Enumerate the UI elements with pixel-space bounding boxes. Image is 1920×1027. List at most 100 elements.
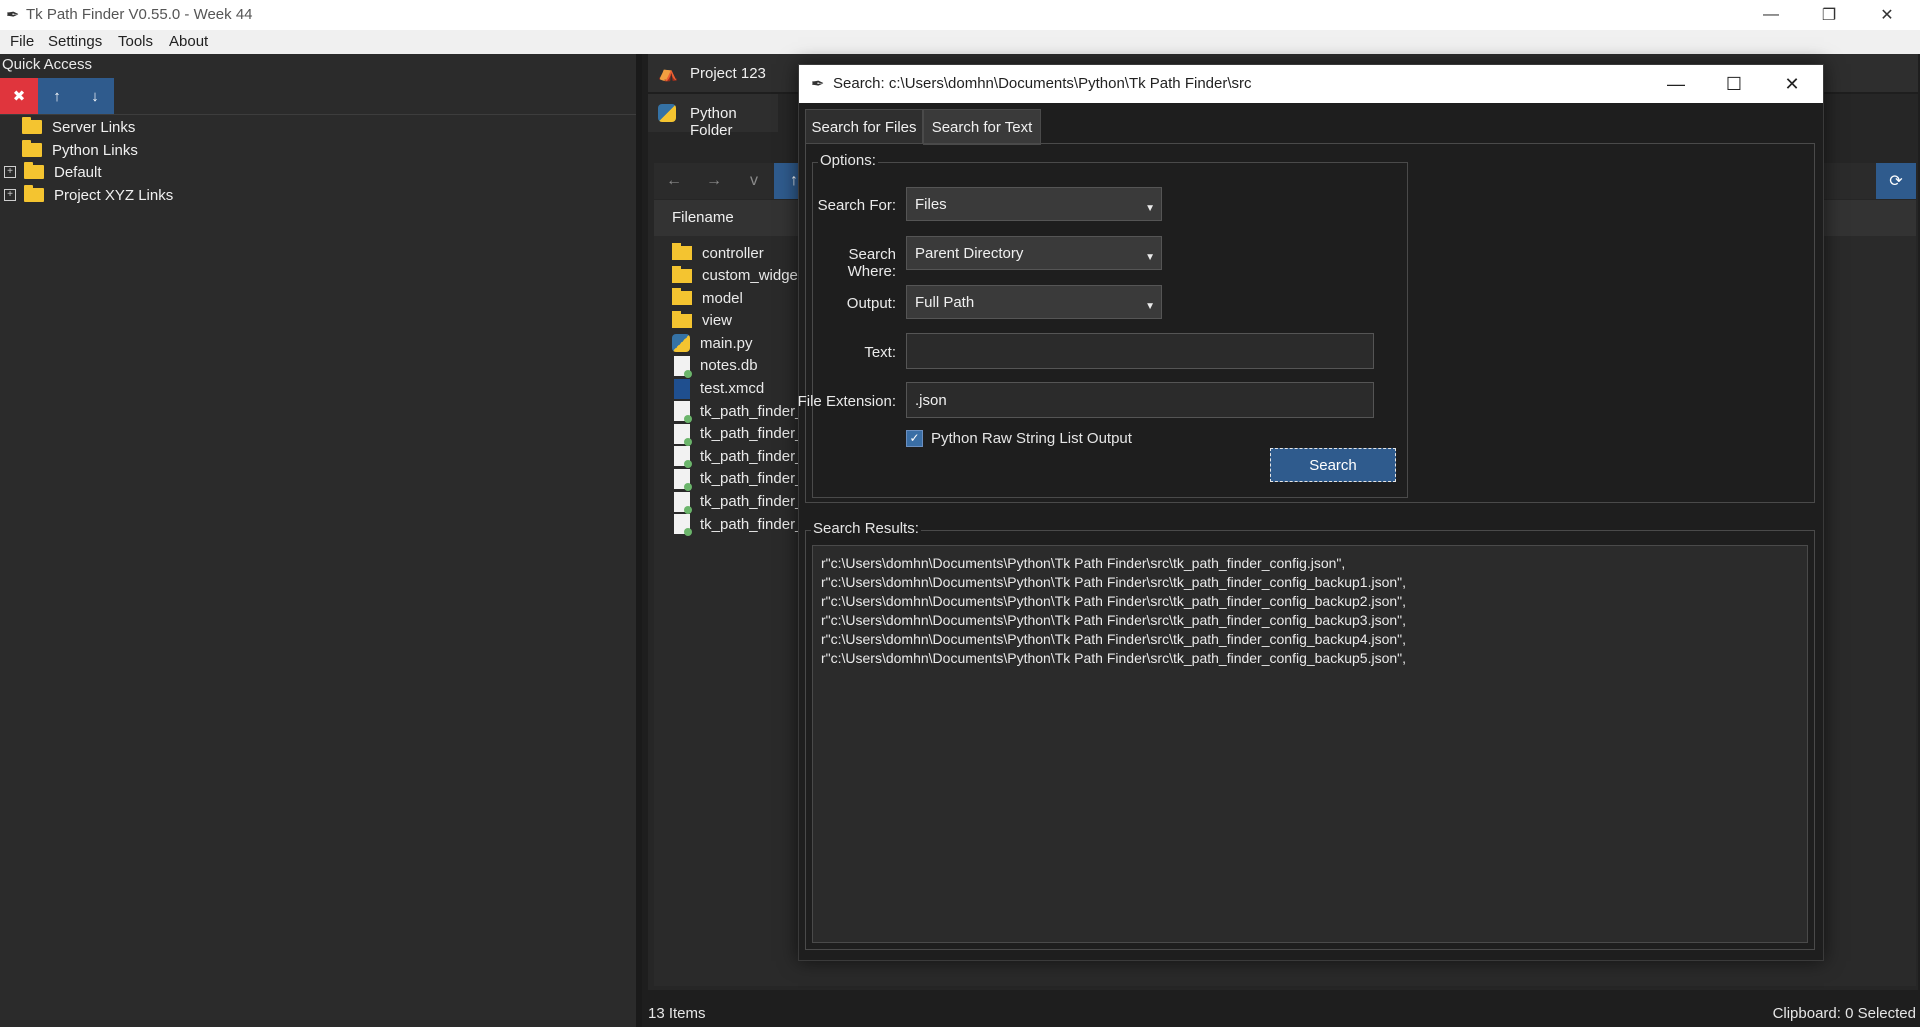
folder-icon — [22, 117, 42, 134]
list-item[interactable]: tk_path_finder_ — [672, 468, 803, 491]
search-results-label: Search Results: — [811, 520, 921, 537]
search-for-combobox[interactable]: Files ▼ — [906, 187, 1162, 221]
raw-string-checkbox[interactable]: ✓ — [906, 430, 923, 447]
tree-item-project-xyz-links[interactable]: + Project XYZ Links — [4, 184, 173, 206]
list-item[interactable]: tk_path_finder_ — [672, 400, 804, 424]
arrow-up-icon: ↑ — [53, 87, 61, 105]
move-down-button[interactable]: ↓ — [76, 78, 114, 114]
search-button[interactable]: Search — [1270, 448, 1396, 482]
text-input[interactable] — [906, 333, 1374, 369]
file-name: controller — [702, 244, 764, 262]
restore-button[interactable]: ❐ — [1800, 0, 1858, 30]
list-item[interactable]: tk_path_finder_ — [672, 423, 803, 446]
filename-column-header[interactable]: Filename — [672, 209, 734, 226]
search-files-tab-body: Options: Search For: Files ▼ Search Wher… — [798, 143, 1815, 503]
tab-search-for-text[interactable]: Search for Text — [923, 109, 1041, 145]
menu-bar: File Settings Tools About — [0, 30, 1920, 54]
mathcad-icon — [674, 378, 690, 399]
close-button[interactable]: ✕ — [1858, 0, 1916, 30]
file-name: custom_widget — [702, 267, 803, 285]
arrow-down-icon: ↓ — [91, 87, 99, 105]
options-label: Options: — [818, 152, 878, 169]
menu-settings[interactable]: Settings — [48, 33, 102, 50]
tree-item-server-links[interactable]: Server Links — [22, 116, 135, 138]
menu-about[interactable]: About — [169, 33, 208, 50]
file-icon — [674, 491, 692, 514]
list-item[interactable]: tk_path_finder_ — [672, 513, 803, 537]
raw-string-checkbox-row[interactable]: ✓ Python Raw String List Output — [906, 430, 1132, 447]
close-icon: ✕ — [1784, 73, 1800, 94]
arrow-left-icon: ← — [666, 172, 682, 189]
text-label: Text: — [864, 344, 896, 361]
tab-search-for-files[interactable]: Search for Files — [805, 109, 923, 144]
combobox-value: Parent Directory — [915, 244, 1024, 262]
result-line: r"c:\Users\domhn\Documents\Python\Tk Pat… — [821, 650, 1407, 666]
search-where-label: Search Where: — [847, 246, 896, 280]
move-up-button[interactable]: ↑ — [38, 78, 76, 114]
list-item[interactable]: view — [672, 310, 803, 332]
dialog-title: Search: c:\Users\domhn\Documents\Python\… — [833, 75, 1252, 92]
minimize-button[interactable]: — — [1742, 0, 1800, 30]
chevron-down-icon: ▼ — [1145, 252, 1155, 263]
python-icon — [672, 334, 690, 353]
dialog-close-button[interactable]: ✕ — [1763, 65, 1821, 103]
result-line: r"c:\Users\domhn\Documents\Python\Tk Pat… — [821, 574, 1407, 590]
menu-file[interactable]: File — [10, 33, 34, 50]
file-name: test.xmcd — [700, 380, 765, 398]
folder-icon — [672, 265, 692, 283]
file-name: tk_path_finder_ — [700, 447, 804, 465]
output-label: Output: — [846, 295, 896, 312]
search-results-text[interactable]: r"c:\Users\domhn\Documents\Python\Tk Pat… — [812, 545, 1808, 943]
tree-item-default[interactable]: + Default — [4, 161, 102, 183]
expand-icon[interactable]: + — [4, 166, 16, 178]
result-line: r"c:\Users\domhn\Documents\Python\Tk Pat… — [821, 631, 1407, 647]
list-item[interactable]: custom_widget — [672, 265, 803, 287]
file-name: model — [702, 289, 743, 307]
chevron-down-icon: ▼ — [1145, 301, 1155, 312]
folder-icon — [672, 243, 692, 260]
status-clipboard: Clipboard: 0 Selected — [1772, 1005, 1916, 1022]
output-combobox[interactable]: Full Path ▼ — [906, 285, 1162, 319]
chevron-down-icon: v — [750, 172, 758, 189]
minimize-icon: — — [1667, 73, 1685, 94]
file-name: tk_path_finder_ — [700, 402, 804, 420]
refresh-button[interactable]: ⟳ — [1876, 163, 1916, 199]
list-item[interactable]: model — [672, 287, 803, 309]
tree-item-label: Server Links — [52, 118, 136, 136]
folder-icon — [24, 185, 44, 202]
list-item[interactable]: tk_path_finder_ — [672, 491, 803, 514]
menu-tools[interactable]: Tools — [118, 33, 153, 50]
list-item[interactable]: notes.db — [672, 355, 803, 378]
file-extension-input[interactable]: .json — [906, 382, 1374, 418]
list-item[interactable]: controller — [672, 242, 803, 264]
tree-item-label: Python Links — [52, 141, 138, 159]
app-title: Tk Path Finder V0.55.0 - Week 44 — [26, 6, 253, 23]
drawing-compass-icon: ⛺ — [658, 65, 678, 82]
list-item[interactable]: test.xmcd — [672, 378, 803, 400]
file-rows: controller custom_widget model view main… — [672, 242, 804, 537]
tree-item-label: Project XYZ Links — [54, 186, 174, 204]
dialog-maximize-button[interactable]: ☐ — [1705, 65, 1763, 103]
quick-access-panel: Quick Access ✖ ↑ ↓ Server Links Python L… — [0, 54, 636, 1027]
history-dropdown-button[interactable]: v — [734, 163, 774, 199]
tree-item-python-links[interactable]: Python Links — [22, 139, 138, 161]
list-item[interactable]: main.py — [672, 332, 803, 354]
forward-button[interactable]: → — [694, 163, 734, 199]
arrow-right-icon: → — [706, 172, 722, 189]
tab-label: Project 123 — [690, 65, 766, 82]
file-name: notes.db — [700, 357, 758, 375]
list-item[interactable]: tk_path_finder_ — [672, 445, 804, 469]
search-where-combobox[interactable]: Parent Directory ▼ — [906, 236, 1162, 270]
remove-link-button[interactable]: ✖ — [0, 78, 38, 114]
folder-icon — [22, 140, 42, 157]
folder-icon — [672, 288, 692, 306]
search-dialog: ✒ Search: c:\Users\domhn\Documents\Pytho… — [798, 64, 1824, 961]
status-item-count: 13 Items — [648, 1005, 706, 1022]
result-line: r"c:\Users\domhn\Documents\Python\Tk Pat… — [821, 593, 1407, 609]
tab-python-folder[interactable]: Python Folder — [648, 94, 778, 139]
back-button[interactable]: ← — [654, 163, 694, 199]
expand-icon[interactable]: + — [4, 189, 16, 201]
file-name: view — [702, 312, 733, 330]
result-line: r"c:\Users\domhn\Documents\Python\Tk Pat… — [821, 555, 1346, 571]
dialog-minimize-button[interactable]: — — [1647, 65, 1705, 103]
